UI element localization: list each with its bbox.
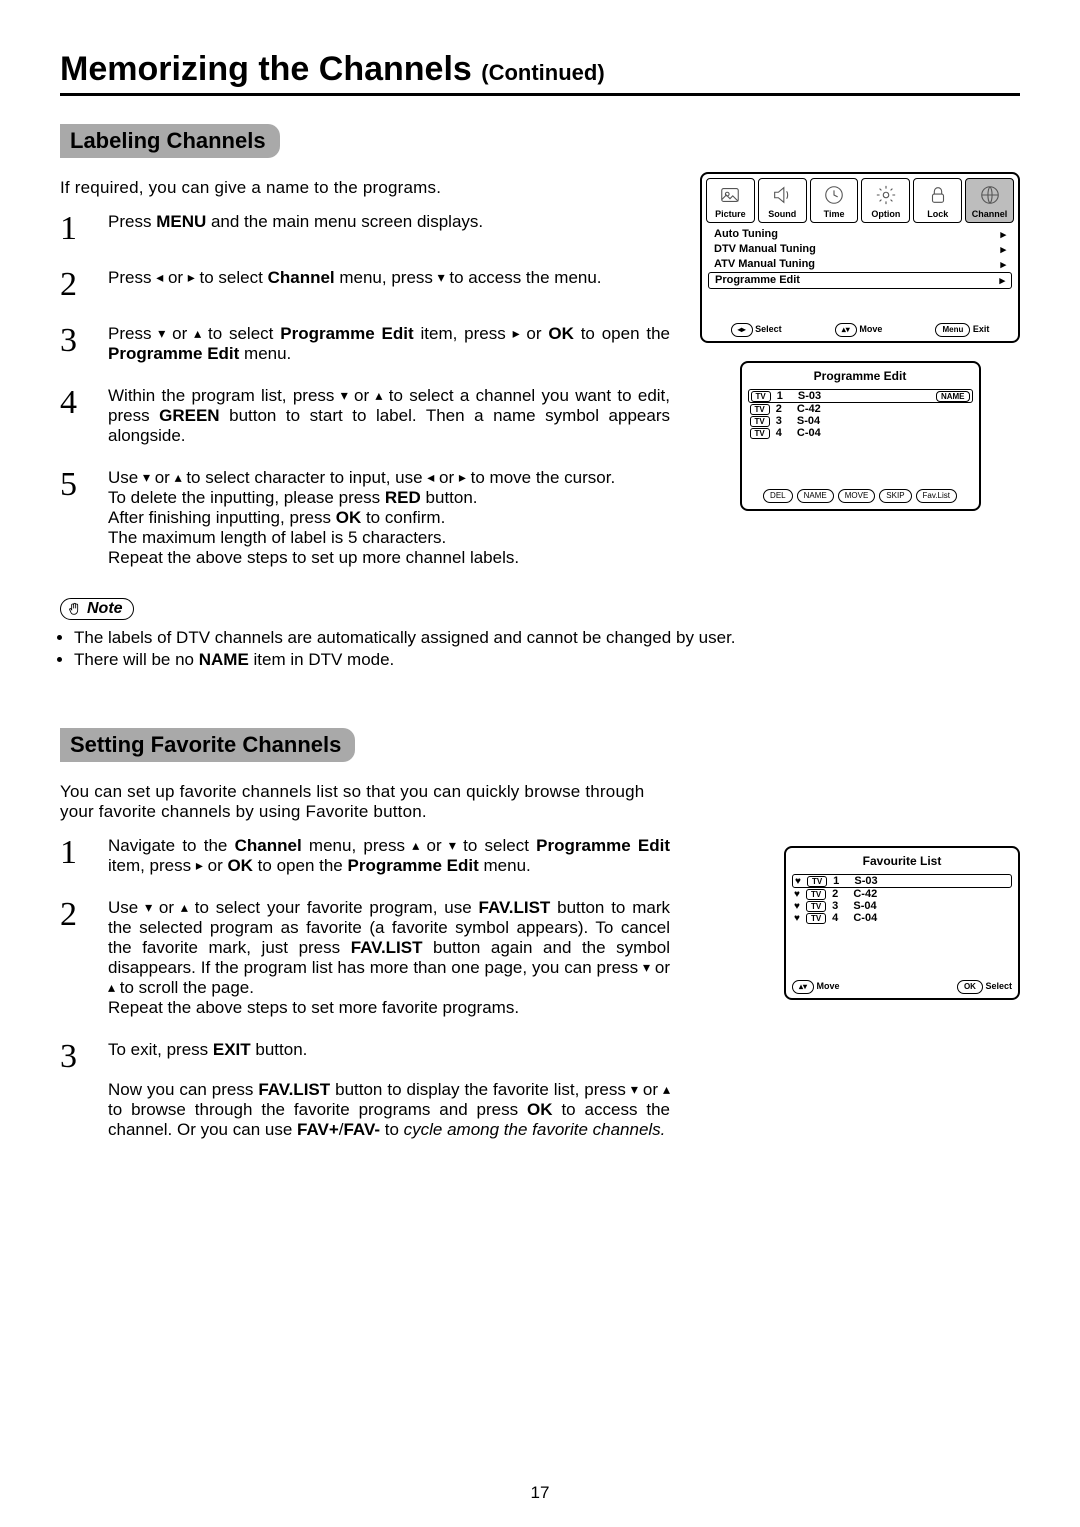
- labeling-intro: If required, you can give a name to the …: [60, 178, 670, 198]
- labeling-steps: Press MENU and the main menu screen disp…: [60, 212, 670, 568]
- favorites-steps: Navigate to the Channel menu, press ▴ or…: [60, 836, 670, 1140]
- fav-row: ♥TV3 S-04: [792, 900, 1012, 912]
- favorites-intro: You can set up favorite channels list so…: [60, 782, 670, 822]
- heart-icon: ♥: [794, 913, 800, 924]
- programme-edit-footer: DEL NAME MOVE SKIP Fav.List: [748, 489, 973, 503]
- osd-tab-picture: Picture: [706, 178, 755, 223]
- step-4: Within the program list, press ▾ or ▴ to…: [60, 386, 670, 446]
- osd-footer: ◂▸ Select ▴▾ Move Menu Exit: [706, 323, 1014, 337]
- page-title: Memorizing the Channels (Continued): [60, 50, 1020, 89]
- note-badge: Note: [60, 598, 134, 620]
- osd-item-programme-edit: Programme Edit▸: [708, 272, 1012, 289]
- heart-icon: ♥: [794, 889, 800, 900]
- programme-row: TV1 S-03 NAME: [748, 389, 973, 403]
- down-arrow-icon: ▾: [438, 269, 445, 285]
- osd-tab-sound: Sound: [758, 178, 807, 223]
- right-arrow-icon: ▸: [188, 269, 195, 285]
- osd-item-auto-tuning: Auto Tuning▸: [708, 227, 1012, 242]
- section-setting-favorites: Setting Favorite Channels: [60, 728, 355, 762]
- osd-item-dtv-manual: DTV Manual Tuning▸: [708, 242, 1012, 257]
- osd-tab-channel: Channel: [965, 178, 1014, 223]
- osd-tab-lock: Lock: [913, 178, 962, 223]
- section-labeling-channels: Labeling Channels: [60, 124, 280, 158]
- programme-row: TV4 C-04: [748, 427, 973, 439]
- step-1: Press MENU and the main menu screen disp…: [60, 212, 670, 246]
- step-3: Press ▾ or ▴ to select Programme Edit it…: [60, 324, 670, 364]
- osd-programme-edit: Programme Edit TV1 S-03 NAME TV2 C-42 TV…: [740, 361, 981, 511]
- osd-item-atv-manual: ATV Manual Tuning▸: [708, 257, 1012, 272]
- fav-step-1: Navigate to the Channel menu, press ▴ or…: [60, 836, 670, 876]
- fav-row: ♥TV4 C-04: [792, 912, 1012, 924]
- fav-step-2: Use ▾ or ▴ to select your favorite progr…: [60, 898, 670, 1018]
- osd-channel-menu: Picture Sound Time Option Lock Channel A…: [700, 172, 1020, 343]
- fav-row: ♥TV1 S-03: [792, 874, 1012, 888]
- fav-step-3: To exit, press EXIT button. Now you can …: [60, 1040, 670, 1140]
- note-list: The labels of DTV channels are automatic…: [60, 628, 1020, 670]
- page-number: 17: [0, 1483, 1080, 1503]
- note-item: There will be no NAME item in DTV mode.: [74, 650, 1020, 670]
- note-item: The labels of DTV channels are automatic…: [74, 628, 1020, 648]
- programme-row: TV3 S-04: [748, 415, 973, 427]
- osd-tab-option: Option: [861, 178, 910, 223]
- title-rule: [60, 93, 1020, 96]
- fav-footer: ▴▾ Move OK Select: [792, 980, 1012, 994]
- step-5: Use ▾ or ▴ to select character to input,…: [60, 468, 670, 568]
- osd-tab-time: Time: [810, 178, 859, 223]
- step-2: Press ◂ or ▸ to select Channel menu, pre…: [60, 268, 670, 302]
- heart-icon: ♥: [794, 901, 800, 912]
- programme-row: TV2 C-42: [748, 403, 973, 415]
- osd-favourite-list: Favourite List ♥TV1 S-03 ♥TV2 C-42 ♥TV3 …: [784, 846, 1020, 1000]
- fav-row: ♥TV2 C-42: [792, 888, 1012, 900]
- heart-icon: ♥: [795, 876, 801, 887]
- hand-icon: [67, 601, 83, 617]
